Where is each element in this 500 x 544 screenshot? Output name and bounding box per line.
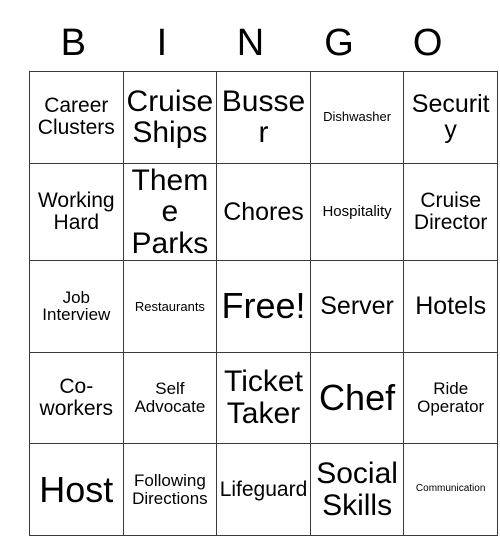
header-letter-o: O: [412, 21, 443, 64]
bingo-row: Co-workers Self Advocate Ticket Taker Ch…: [29, 351, 498, 445]
bingo-cell[interactable]: Self Advocate: [122, 351, 218, 445]
header-letter-g: G: [324, 21, 354, 64]
bingo-cell[interactable]: Hospitality: [309, 162, 405, 262]
bingo-cell[interactable]: Chef: [309, 351, 405, 445]
bingo-cell[interactable]: Following Directions: [122, 443, 218, 536]
header-letter-b: B: [60, 21, 86, 64]
bingo-cell[interactable]: Restaurants: [122, 260, 218, 353]
bingo-row: Career Clusters Cruise Ships Busser Dish…: [29, 71, 498, 164]
bingo-cell[interactable]: Host: [29, 443, 124, 536]
bingo-card: B I N G O Career Clusters Cruise Ships B…: [29, 14, 498, 536]
bingo-cell[interactable]: Ride Operator: [403, 351, 498, 445]
bingo-cell[interactable]: Theme Parks: [122, 162, 218, 262]
bingo-header: B I N G O: [29, 14, 472, 71]
bingo-cell[interactable]: Lifeguard: [216, 443, 311, 536]
bingo-cell[interactable]: Server: [309, 260, 405, 353]
bingo-cell[interactable]: Chores: [216, 162, 311, 262]
bingo-cell[interactable]: Hotels: [403, 260, 498, 353]
bingo-cell[interactable]: Co-workers: [29, 351, 124, 445]
bingo-cell[interactable]: Security: [403, 71, 498, 164]
bingo-row: Working Hard Theme Parks Chores Hospital…: [29, 162, 498, 262]
bingo-grid: Career Clusters Cruise Ships Busser Dish…: [29, 71, 498, 536]
bingo-cell[interactable]: Cruise Director: [403, 162, 498, 262]
bingo-cell[interactable]: Working Hard: [29, 162, 124, 262]
header-letter-n: N: [236, 21, 265, 64]
bingo-cell[interactable]: Communication: [403, 443, 498, 536]
bingo-cell[interactable]: Ticket Taker: [216, 351, 311, 445]
bingo-row: Host Following Directions Lifeguard Soci…: [29, 443, 498, 536]
bingo-cell[interactable]: Social Skills: [309, 443, 405, 536]
bingo-cell[interactable]: Job Interview: [29, 260, 124, 353]
bingo-cell[interactable]: Busser: [216, 71, 311, 164]
bingo-row: Job Interview Restaurants Free! Server H…: [29, 260, 498, 353]
bingo-cell-free[interactable]: Free!: [216, 260, 311, 353]
bingo-cell[interactable]: Dishwasher: [309, 71, 405, 164]
header-letter-i: I: [156, 21, 168, 64]
bingo-cell[interactable]: Cruise Ships: [122, 71, 218, 164]
bingo-cell[interactable]: Career Clusters: [29, 71, 124, 164]
